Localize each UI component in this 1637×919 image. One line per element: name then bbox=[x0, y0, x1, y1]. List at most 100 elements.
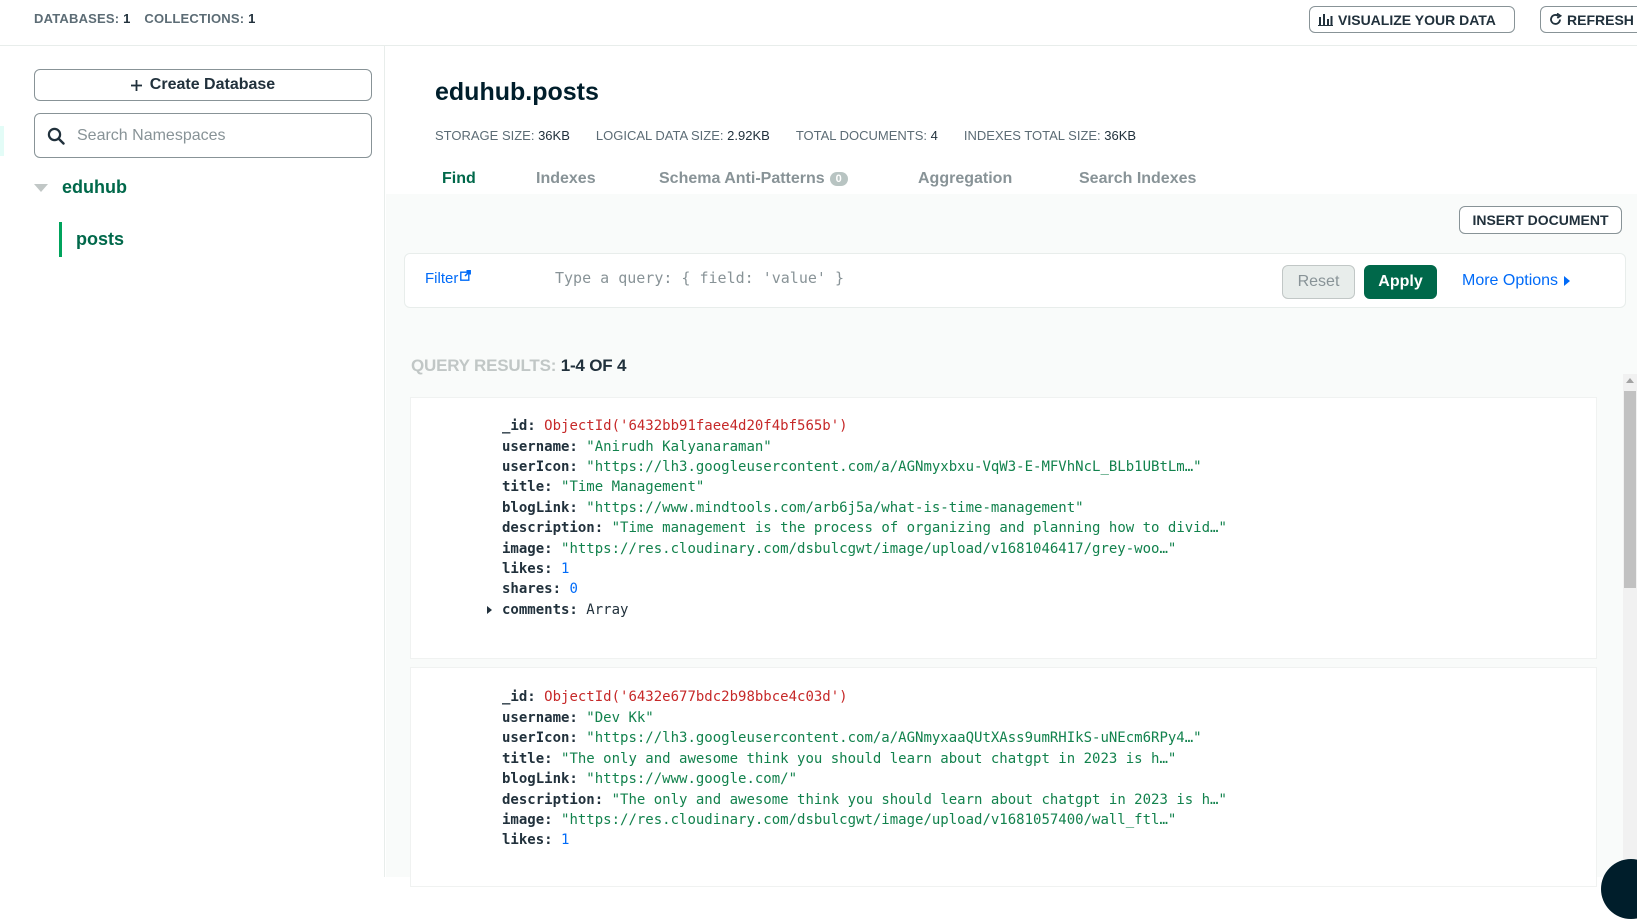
filter-query-input[interactable] bbox=[555, 269, 1235, 287]
field-title: title: "Time Management" bbox=[502, 479, 704, 495]
field-image: image: "https://res.cloudinary.com/dsbul… bbox=[502, 812, 1176, 828]
stat-value: 4 bbox=[930, 128, 938, 143]
field-id: _id: ObjectId('6432e677bdc2b98bbce4c03d'… bbox=[502, 689, 848, 705]
field-key: likes: bbox=[502, 561, 553, 577]
query-results-range: 1-4 OF 4 bbox=[560, 356, 627, 375]
field-value: "Time Management" bbox=[561, 479, 705, 495]
more-options-label: More Options bbox=[1462, 272, 1559, 289]
reset-button[interactable]: Reset bbox=[1282, 265, 1355, 299]
field-key: title: bbox=[502, 479, 553, 495]
scroll-up-icon[interactable] bbox=[1626, 378, 1634, 383]
field-value: ObjectId('6432bb91faee4d20f4bf565b') bbox=[544, 418, 848, 434]
visualize-data-button[interactable]: VISUALIZE YOUR DATA bbox=[1309, 6, 1515, 33]
top-bar: DATABASES: 1 COLLECTIONS: 1 VISUALIZE YO… bbox=[0, 0, 1637, 46]
stat-label: STORAGE SIZE: bbox=[435, 128, 535, 143]
plus-icon bbox=[130, 79, 142, 91]
field-comments[interactable]: comments: Array bbox=[487, 602, 629, 618]
field-description: description: "The only and awesome think… bbox=[502, 792, 1227, 808]
field-key: username: bbox=[502, 710, 578, 726]
field-value: "https://lh3.googleusercontent.com/a/AGN… bbox=[586, 459, 1202, 475]
expand-caret-icon[interactable] bbox=[487, 606, 492, 614]
sidebar-edge-indicator bbox=[0, 126, 4, 156]
field-key: userIcon: bbox=[502, 459, 578, 475]
search-namespaces bbox=[34, 113, 372, 158]
stat-value: 36KB bbox=[1104, 128, 1137, 143]
instance-counts: DATABASES: 1 COLLECTIONS: 1 bbox=[34, 11, 266, 26]
field-value: Array bbox=[586, 602, 629, 618]
query-bar: Filter Reset Apply More Options bbox=[404, 253, 1626, 308]
sidebar-item-collection[interactable]: posts bbox=[59, 222, 124, 257]
filter-link[interactable]: Filter bbox=[425, 270, 472, 287]
stat-label: INDEXES TOTAL SIZE: bbox=[963, 128, 1101, 143]
field-shares: shares: 0 bbox=[502, 581, 578, 597]
bar-chart-icon bbox=[1318, 14, 1333, 26]
main-panel: eduhub.posts STORAGE SIZE: 36KB LOGICAL … bbox=[386, 46, 1637, 919]
field-value: "The only and awesome think you should l… bbox=[611, 792, 1227, 808]
field-value: "Anirudh Kalyanaraman" bbox=[586, 439, 772, 455]
create-database-button[interactable]: Create Database bbox=[34, 69, 372, 101]
database-name: eduhub bbox=[62, 177, 127, 197]
field-bloglink: blogLink: "https://www.google.com/" bbox=[502, 771, 797, 787]
field-likes: likes: 1 bbox=[502, 561, 569, 577]
collection-name: posts bbox=[76, 229, 125, 249]
field-key: shares: bbox=[502, 581, 562, 597]
caret-down-icon[interactable] bbox=[34, 183, 48, 192]
field-username: username: "Dev Kk" bbox=[502, 710, 654, 726]
field-value: "https://res.cloudinary.com/dsbulcgwt/im… bbox=[561, 812, 1177, 828]
field-value: "https://www.mindtools.com/arb6j5a/what-… bbox=[586, 500, 1084, 516]
stat-storage-size: STORAGE SIZE: 36KB bbox=[435, 128, 570, 143]
field-value: "Dev Kk" bbox=[586, 710, 654, 726]
refresh-icon bbox=[1550, 13, 1562, 25]
query-results-summary: QUERY RESULTS: 1-4 OF 4 bbox=[411, 356, 626, 376]
field-value: 1 bbox=[561, 832, 570, 848]
field-value: ObjectId('6432e677bdc2b98bbce4c03d') bbox=[544, 689, 848, 705]
more-options-button[interactable]: More Options bbox=[1462, 272, 1571, 290]
field-key: blogLink: bbox=[502, 500, 578, 516]
scroll-thumb[interactable] bbox=[1624, 391, 1636, 588]
insert-document-button[interactable]: INSERT DOCUMENT bbox=[1459, 206, 1622, 234]
databases-label: DATABASES: bbox=[34, 11, 120, 26]
field-key: description: bbox=[502, 792, 604, 808]
search-namespaces-input[interactable] bbox=[77, 126, 337, 145]
sidebar-item-database[interactable]: eduhub bbox=[34, 177, 127, 198]
refresh-button[interactable]: REFRESH bbox=[1540, 6, 1637, 33]
documents-workspace: INSERT DOCUMENT Filter Reset Apply More … bbox=[386, 194, 1637, 887]
document-card[interactable]: _id: ObjectId('6432e677bdc2b98bbce4c03d'… bbox=[410, 667, 1597, 887]
stat-value: 36KB bbox=[538, 128, 570, 143]
collections-label: COLLECTIONS: bbox=[144, 11, 245, 26]
sidebar: Create Database eduhub posts bbox=[0, 46, 385, 877]
field-key: blogLink: bbox=[502, 771, 578, 787]
field-usericon: userIcon: "https://lh3.googleusercontent… bbox=[502, 730, 1202, 746]
create-database-label: Create Database bbox=[149, 76, 276, 93]
query-results-label: QUERY RESULTS: bbox=[411, 356, 557, 375]
field-value: "https://www.google.com/" bbox=[586, 771, 798, 787]
caret-right-icon bbox=[1564, 276, 1571, 286]
field-value: 0 bbox=[569, 581, 578, 597]
results-scrollbar[interactable] bbox=[1623, 374, 1637, 874]
field-usericon: userIcon: "https://lh3.googleusercontent… bbox=[502, 459, 1202, 475]
field-key: likes: bbox=[502, 832, 553, 848]
field-id: _id: ObjectId('6432bb91faee4d20f4bf565b'… bbox=[502, 418, 848, 434]
stat-label: TOTAL DOCUMENTS: bbox=[795, 128, 928, 143]
field-bloglink: blogLink: "https://www.mindtools.com/arb… bbox=[502, 500, 1084, 516]
field-username: username: "Anirudh Kalyanaraman" bbox=[502, 439, 772, 455]
stat-indexes-size: INDEXES TOTAL SIZE: 36KB bbox=[964, 128, 1136, 143]
field-likes: likes: 1 bbox=[502, 832, 569, 848]
stat-label: LOGICAL DATA SIZE: bbox=[595, 128, 724, 143]
collections-count: 1 bbox=[248, 11, 256, 26]
page-title: eduhub.posts bbox=[435, 78, 599, 106]
field-value: "The only and awesome think you should l… bbox=[561, 751, 1177, 767]
field-key: title: bbox=[502, 751, 553, 767]
collection-stats: STORAGE SIZE: 36KB LOGICAL DATA SIZE: 2.… bbox=[435, 128, 1136, 143]
refresh-label: REFRESH bbox=[1567, 11, 1634, 28]
stat-value: 2.92KB bbox=[727, 128, 770, 143]
field-value: 1 bbox=[561, 561, 570, 577]
filter-label: Filter bbox=[425, 270, 459, 287]
field-key: description: bbox=[502, 520, 604, 536]
field-value: "https://lh3.googleusercontent.com/a/AGN… bbox=[586, 730, 1202, 746]
field-description: description: "Time management is the pro… bbox=[502, 520, 1227, 536]
field-title: title: "The only and awesome think you s… bbox=[502, 751, 1176, 767]
field-key: _id: bbox=[502, 689, 536, 705]
apply-button[interactable]: Apply bbox=[1364, 265, 1437, 299]
document-card[interactable]: _id: ObjectId('6432bb91faee4d20f4bf565b'… bbox=[410, 397, 1597, 659]
